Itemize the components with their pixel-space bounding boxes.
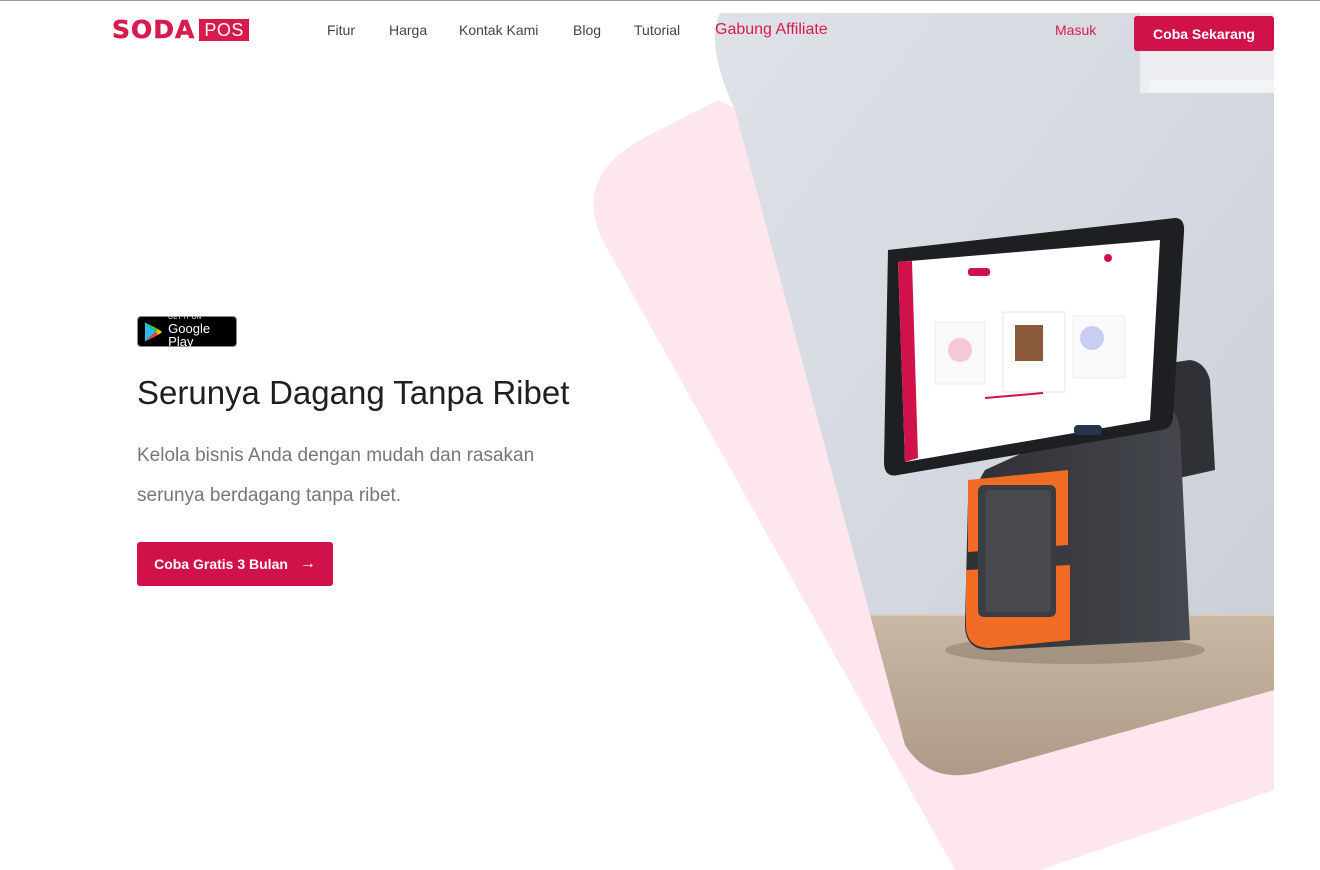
google-play-badge[interactable]: GET IT ON Google Play (137, 315, 237, 349)
arrow-right-icon: → (299, 555, 316, 572)
google-play-icon (144, 321, 163, 342)
store-badge-bottom: Google Play (168, 321, 211, 349)
nav-item-kontak-kami[interactable]: Kontak Kami (459, 22, 538, 38)
hero-headline: Serunya Dagang Tanpa Ribet (137, 374, 570, 411)
nav-item-affiliate[interactable]: Gabung Affiliate (715, 21, 828, 39)
nav-item-tutorial[interactable]: Tutorial (634, 22, 680, 38)
nav-item-harga[interactable]: Harga (389, 22, 427, 38)
logo-badge: POS (199, 19, 249, 41)
free-trial-label: Coba Gratis 3 Bulan (154, 556, 288, 572)
nav-item-fitur[interactable]: Fitur (327, 22, 355, 38)
try-now-button[interactable]: Coba Sekarang (1134, 16, 1274, 51)
logo-wordmark: SODA (112, 15, 196, 44)
free-trial-button[interactable]: Coba Gratis 3 Bulan → (137, 542, 333, 586)
sodapos-logo[interactable]: SODA POS (112, 15, 249, 44)
login-link[interactable]: Masuk (1055, 22, 1096, 38)
hero-subtext: Kelola bisnis Anda dengan mudah dan rasa… (137, 445, 535, 506)
nav-item-blog[interactable]: Blog (573, 22, 601, 38)
hero-illustration (593, 13, 1274, 870)
